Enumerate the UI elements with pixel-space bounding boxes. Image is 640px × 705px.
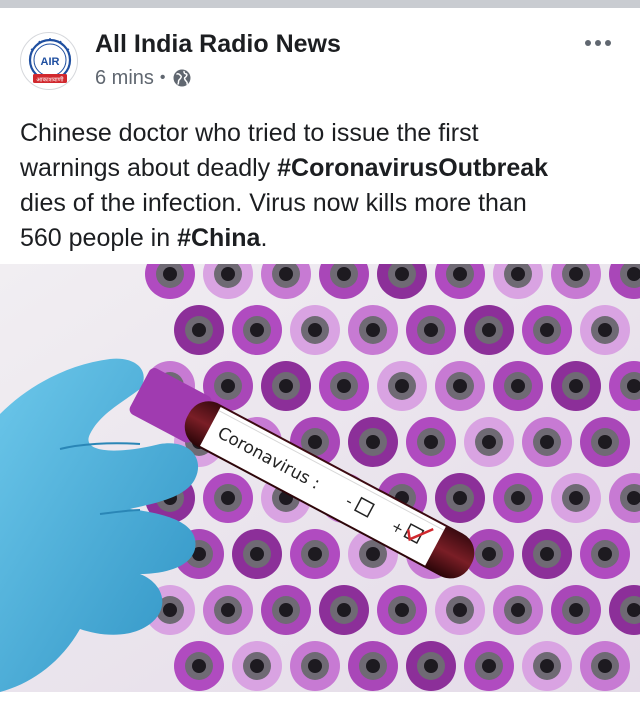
tube-cap-hole: [540, 435, 554, 449]
test-tubes-photo: Coronavirus : - +: [0, 264, 640, 692]
tube-cap-hole: [221, 491, 235, 505]
tube-cap-hole: [337, 603, 351, 617]
post-header: AIR आकाशवाणी All India Radio News 6 mins…: [0, 8, 640, 108]
tube-cap-hole: [598, 323, 612, 337]
tube-cap-hole: [221, 267, 235, 281]
tube-cap-hole: [482, 435, 496, 449]
post-text-line: Chinese doctor who tried to issue the fi…: [20, 119, 479, 147]
tube-cap-hole: [482, 323, 496, 337]
tube-cap-hole: [250, 323, 264, 337]
post-timestamp[interactable]: 6 mins: [95, 67, 154, 90]
tube-cap-hole: [482, 659, 496, 673]
tube-cap-hole: [598, 435, 612, 449]
tube-cap-hole: [366, 547, 380, 561]
page-name[interactable]: All India Radio News: [95, 30, 341, 59]
sample-tube-caps: [145, 264, 640, 691]
post-image[interactable]: Coronavirus : - +: [0, 264, 640, 692]
tube-cap-hole: [511, 267, 525, 281]
tube-cap-hole: [598, 659, 612, 673]
hashtag-china[interactable]: #China: [177, 224, 260, 252]
post-text-line: dies of the infection. Virus now kills m…: [20, 189, 527, 217]
post-text-line: 560 people in #China.: [20, 221, 624, 256]
tube-cap-hole: [424, 435, 438, 449]
tube-cap-hole: [250, 547, 264, 561]
tube-cap-hole: [337, 379, 351, 393]
tube-cap-hole: [540, 323, 554, 337]
tube-cap-hole: [163, 267, 177, 281]
post-body: Chinese doctor who tried to issue the fi…: [20, 116, 624, 256]
tube-cap-hole: [308, 323, 322, 337]
tube-cap-hole: [366, 323, 380, 337]
tube-cap-hole: [482, 547, 496, 561]
tube-cap-hole: [366, 435, 380, 449]
tube-cap-hole: [540, 659, 554, 673]
tube-cap-hole: [250, 659, 264, 673]
tube-cap-hole: [569, 491, 583, 505]
top-divider: [0, 0, 640, 8]
tube-cap-hole: [424, 659, 438, 673]
tube-cap-hole: [569, 267, 583, 281]
tube-cap-hole: [192, 659, 206, 673]
meta-separator: •: [159, 69, 166, 86]
tube-cap-hole: [366, 659, 380, 673]
tube-cap-hole: [221, 603, 235, 617]
tube-cap-hole: [279, 379, 293, 393]
tube-cap-hole: [453, 491, 467, 505]
logo-monogram: AIR: [41, 56, 60, 68]
tube-cap-hole: [453, 379, 467, 393]
tube-cap-hole: [598, 547, 612, 561]
tube-cap-hole: [337, 267, 351, 281]
post-meta: 6 mins •: [95, 66, 192, 90]
tube-cap-hole: [511, 379, 525, 393]
post-text-line: warnings about deadly #CoronavirusOutbre…: [20, 151, 624, 186]
post-text-fragment: warnings about deadly: [20, 154, 278, 182]
post-text-fragment: .: [260, 224, 268, 252]
tube-cap-hole: [308, 659, 322, 673]
tube-cap-hole: [395, 267, 409, 281]
page-avatar[interactable]: AIR आकाशवाणी: [20, 32, 78, 90]
tube-cap-hole: [511, 603, 525, 617]
globe-icon: [172, 68, 192, 88]
tube-cap-hole: [511, 491, 525, 505]
tube-cap-hole: [569, 379, 583, 393]
tube-cap-hole: [453, 267, 467, 281]
more-options-icon[interactable]: [580, 32, 616, 54]
hashtag-coronavirus-outbreak[interactable]: #CoronavirusOutbreak: [277, 154, 548, 182]
tube-cap-hole: [453, 603, 467, 617]
tube-cap-hole: [221, 379, 235, 393]
tube-cap-hole: [279, 267, 293, 281]
tube-cap-hole: [308, 435, 322, 449]
logo-devanagari: आकाशवाणी: [36, 76, 64, 84]
tube-cap-hole: [308, 547, 322, 561]
tube-cap-hole: [395, 603, 409, 617]
tube-cap-hole: [192, 323, 206, 337]
tube-cap-hole: [424, 323, 438, 337]
tube-cap-hole: [163, 603, 177, 617]
post-text-fragment: 560 people in: [20, 224, 178, 252]
tube-cap-hole: [395, 379, 409, 393]
air-logo: AIR आकाशवाणी: [28, 38, 72, 84]
tube-cap-hole: [569, 603, 583, 617]
tube-cap-hole: [279, 603, 293, 617]
tube-cap-hole: [540, 547, 554, 561]
